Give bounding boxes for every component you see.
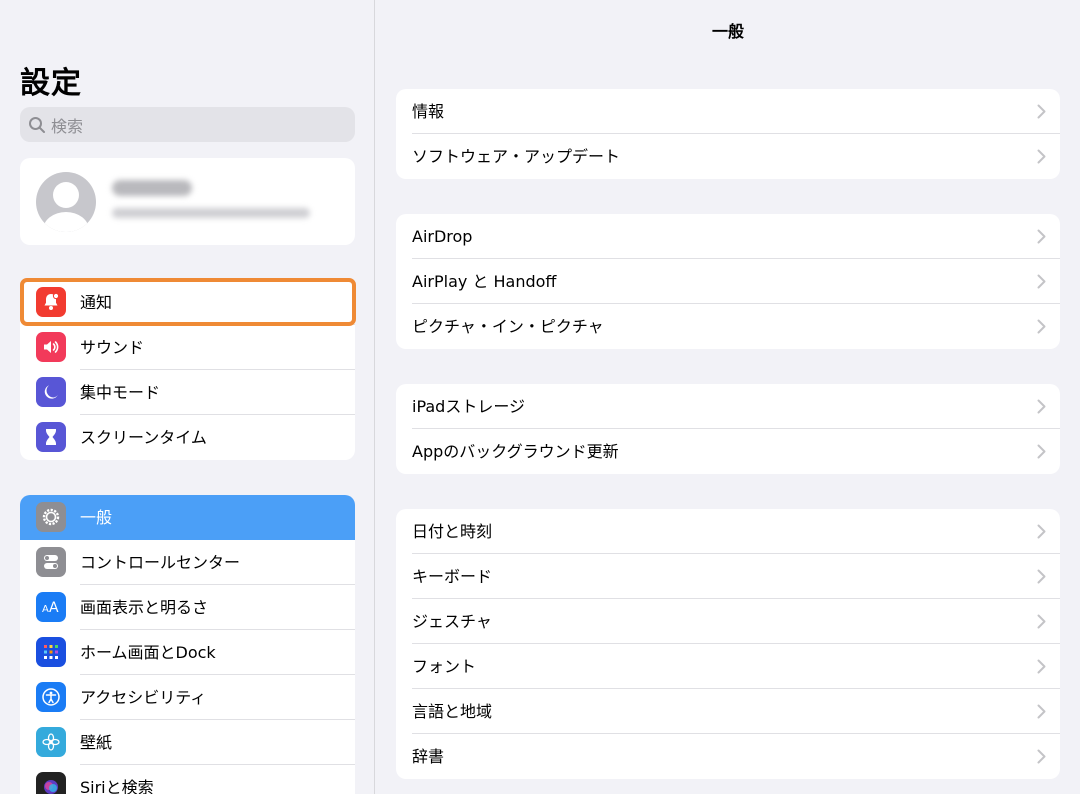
chevron-right-icon [1037,104,1046,119]
chevron-right-icon [1037,319,1046,334]
speaker-icon [36,332,66,362]
list-item-ipad-storage[interactable]: iPadストレージ [396,384,1060,429]
list-item-gestures[interactable]: ジェスチャ [396,599,1060,644]
flower-icon [36,727,66,757]
sidebar-item-label: サウンド [80,338,145,357]
chevron-right-icon [1037,274,1046,289]
list-item-software-update[interactable]: ソフトウェア・アップデート [396,134,1060,179]
chevron-right-icon [1037,149,1046,164]
sidebar-item-label: 通知 [80,293,113,312]
detail-group-3: iPadストレージ Appのバックグラウンド更新 [396,384,1060,474]
sidebar-item-label: スクリーンタイム [80,428,207,447]
moon-icon [36,377,66,407]
sidebar-item-label: アクセシビリティ [80,688,207,707]
list-item-label: ソフトウェア・アップデート [412,147,621,166]
chevron-right-icon [1037,749,1046,764]
sidebar-title: 設定 [20,66,82,101]
sidebar-item-notifications[interactable]: 通知 [20,280,355,325]
sidebar-item-label: ホーム画面とDock [80,643,216,662]
chevron-right-icon [1037,704,1046,719]
list-item-airplay-handoff[interactable]: AirPlay と Handoff [396,259,1060,304]
detail-pane: 一般 情報 ソフトウェア・アップデート AirDrop AirPlay と Ha… [376,0,1080,794]
sidebar: 設定 検索 通知 サウンド 集中モード スクリーンタイム 一般 コントロールセン… [0,0,375,794]
detail-group-1: 情報 ソフトウェア・アップデート [396,89,1060,179]
sidebar-item-label: コントロールセンター [80,553,241,572]
sidebar-item-display[interactable]: AA 画面表示と明るさ [20,585,355,630]
sidebar-item-label: 画面表示と明るさ [80,598,209,617]
chevron-right-icon [1037,569,1046,584]
detail-group-4: 日付と時刻 キーボード ジェスチャ フォント 言語と地域 辞書 [396,509,1060,779]
apple-id-profile[interactable] [20,158,355,245]
search-field[interactable]: 検索 [20,107,355,142]
list-item-label: フォント [412,657,477,676]
sidebar-item-focus[interactable]: 集中モード [20,370,355,415]
sidebar-item-label: 一般 [80,508,113,527]
list-item-airdrop[interactable]: AirDrop [396,214,1060,259]
list-item-dictionary[interactable]: 辞書 [396,734,1060,779]
list-item-picture-in-picture[interactable]: ピクチャ・イン・ピクチャ [396,304,1060,349]
profile-subtitle-redacted [112,208,310,218]
sidebar-item-wallpaper[interactable]: 壁紙 [20,720,355,765]
search-icon [29,116,45,133]
list-item-about[interactable]: 情報 [396,89,1060,134]
list-item-label: iPadストレージ [412,397,526,416]
settings-group-2: 一般 コントロールセンター AA 画面表示と明るさ ホーム画面とDock アクセ… [20,495,355,794]
notification-bell-icon [36,287,66,317]
list-item-label: ピクチャ・イン・ピクチャ [412,317,604,336]
profile-name-redacted [112,180,192,196]
sidebar-item-label: 壁紙 [80,733,113,752]
sidebar-item-siri-search[interactable]: Siriと検索 [20,765,355,794]
svg-text:A: A [49,600,59,616]
chevron-right-icon [1037,524,1046,539]
sidebar-item-home-screen[interactable]: ホーム画面とDock [20,630,355,675]
gear-icon [36,502,66,532]
sidebar-item-general[interactable]: 一般 [20,495,355,540]
sidebar-item-accessibility[interactable]: アクセシビリティ [20,675,355,720]
list-item-label: 日付と時刻 [412,522,493,541]
list-item-fonts[interactable]: フォント [396,644,1060,689]
list-item-label: 辞書 [412,747,445,766]
list-item-label: 情報 [412,102,445,121]
list-item-date-time[interactable]: 日付と時刻 [396,509,1060,554]
list-item-label: AirDrop [412,227,473,246]
list-item-label: 言語と地域 [412,702,493,721]
svg-text:A: A [42,604,49,615]
sidebar-item-label: Siriと検索 [80,778,154,794]
sidebar-item-sounds[interactable]: サウンド [20,325,355,370]
detail-group-2: AirDrop AirPlay と Handoff ピクチャ・イン・ピクチャ [396,214,1060,349]
sidebar-item-control-center[interactable]: コントロールセンター [20,540,355,585]
list-item-keyboard[interactable]: キーボード [396,554,1060,599]
list-item-label: AirPlay と Handoff [412,272,557,291]
search-placeholder: 検索 [51,116,84,136]
avatar [36,172,96,232]
chevron-right-icon [1037,229,1046,244]
list-item-background-app-refresh[interactable]: Appのバックグラウンド更新 [396,429,1060,474]
list-item-label: ジェスチャ [412,612,492,631]
page-title: 一般 [711,22,744,41]
chevron-right-icon [1037,399,1046,414]
settings-group-1: 通知 サウンド 集中モード スクリーンタイム [20,280,355,460]
chevron-right-icon [1037,659,1046,674]
sidebar-item-screen-time[interactable]: スクリーンタイム [20,415,355,460]
list-item-label: Appのバックグラウンド更新 [412,442,619,461]
toggles-icon [36,547,66,577]
sidebar-item-label: 集中モード [80,383,161,402]
app-grid-icon [36,637,66,667]
list-item-label: キーボード [412,567,493,586]
chevron-right-icon [1037,614,1046,629]
accessibility-icon [36,682,66,712]
text-size-icon: AA [36,592,66,622]
list-item-language-region[interactable]: 言語と地域 [396,689,1060,734]
siri-icon [36,772,66,794]
chevron-right-icon [1037,444,1046,459]
hourglass-icon [36,422,66,452]
